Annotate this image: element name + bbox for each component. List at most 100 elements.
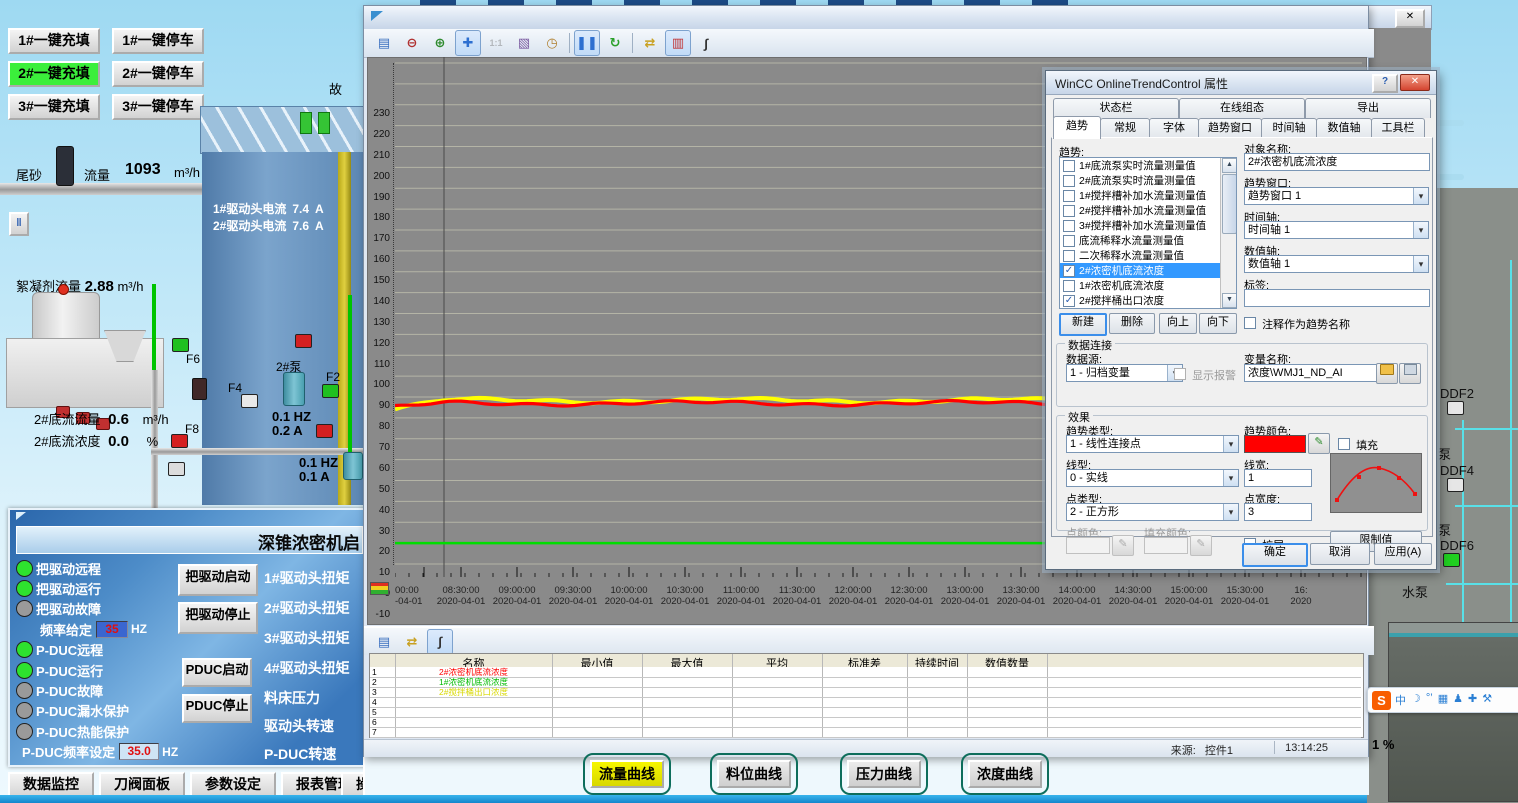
one-to-one-icon[interactable]: 1:1 — [483, 30, 509, 56]
pause-icon[interactable]: ❚❚ — [574, 30, 600, 56]
curve-nav-button[interactable]: 料位曲线 — [717, 760, 791, 788]
valve-F4-icon[interactable] — [241, 394, 258, 408]
comment-as-name-checkbox[interactable] — [1244, 317, 1256, 329]
trend-list-item[interactable]: 2#底流泵实时流量测量值 — [1060, 173, 1220, 188]
zoom-selection-icon[interactable]: ▧ — [511, 30, 537, 56]
tab-数值轴[interactable]: 数值轴 — [1316, 118, 1372, 138]
setpoint-value[interactable]: 35.0 — [119, 743, 159, 760]
tab-常规[interactable]: 常规 — [1100, 118, 1150, 138]
tab-趋势窗口[interactable]: 趋势窗口 — [1198, 118, 1262, 138]
one-key-button[interactable]: 1#一键充填 — [8, 28, 100, 54]
one-key-button[interactable]: 3#一键充填 — [8, 94, 100, 120]
pump2-icon[interactable] — [283, 372, 305, 406]
trend-list-item[interactable]: 3#搅拌槽补加水流量测量值 — [1060, 218, 1220, 233]
panel-command-button[interactable]: PDUC停止 — [182, 694, 252, 723]
footer-button-确定[interactable]: 确定 — [1242, 543, 1308, 567]
ddf4-valve-icon[interactable] — [1447, 478, 1464, 492]
list-button-向下[interactable]: 向下 — [1199, 313, 1237, 334]
one-key-button[interactable]: 1#一键停车 — [112, 28, 204, 54]
point-width-field[interactable]: 3 — [1244, 503, 1312, 521]
trend-item-checkbox[interactable]: ✓ — [1063, 265, 1075, 277]
trend-list-item[interactable]: 1#底流泵实时流量测量值 — [1060, 158, 1220, 173]
line-width-field[interactable]: 1 — [1244, 469, 1312, 487]
valve-F6-icon[interactable] — [172, 338, 189, 352]
trend-list-item[interactable]: 二次稀释水流量测量值 — [1060, 248, 1220, 263]
trend-item-checkbox[interactable] — [1063, 220, 1075, 232]
sogou-logo[interactable]: S — [1372, 691, 1391, 710]
properties-icon[interactable]: ▤ — [371, 629, 397, 655]
value-axis-select[interactable]: 数值轴 1 — [1244, 255, 1429, 273]
underflow-pump-icon[interactable] — [343, 452, 363, 480]
valve-F8-icon[interactable] — [171, 434, 188, 448]
tag-name-field[interactable]: 浓度\WMJ1_ND_AI — [1244, 364, 1378, 382]
statistics-icon[interactable]: ∫ — [693, 30, 719, 56]
sogou-tool-icon[interactable]: ⚒ — [1482, 692, 1492, 708]
show-alarms-checkbox[interactable] — [1174, 368, 1186, 380]
time-range-icon[interactable]: ◷ — [539, 30, 565, 56]
panel-command-button[interactable]: 把驱动启动 — [178, 564, 258, 596]
sogou-tool-icon[interactable]: ☽ — [1411, 692, 1421, 708]
dialog-titlebar[interactable]: WinCC OnlineTrendControl 属性 ? ✕ — [1046, 71, 1436, 95]
trend-list-item[interactable]: ✓2#浓密机底流浓度 — [1060, 263, 1220, 278]
red-valve-icon[interactable] — [295, 334, 312, 348]
move-axes-icon[interactable]: ⇄ — [637, 30, 663, 56]
data-source-select[interactable]: 1 - 归档变量 — [1066, 364, 1183, 382]
tab-时间轴[interactable]: 时间轴 — [1261, 118, 1317, 138]
ddf2-valve-icon[interactable] — [1447, 401, 1464, 415]
sogou-tool-icon[interactable]: ▦ — [1438, 692, 1448, 708]
tab-字体[interactable]: 字体 — [1149, 118, 1199, 138]
tab-在线组态[interactable]: 在线组态 — [1179, 98, 1305, 118]
red-valve2-icon[interactable] — [316, 424, 333, 438]
pipeline-nav-button[interactable]: ‖ — [9, 212, 29, 236]
tab-工具栏[interactable]: 工具栏 — [1371, 118, 1425, 138]
trend-list-item[interactable]: 1#搅拌槽补加水流量测量值 — [1060, 188, 1220, 203]
curve-nav-button[interactable]: 压力曲线 — [847, 760, 921, 788]
setpoint-value[interactable]: 35 — [96, 621, 128, 638]
scroll-down-arrow[interactable]: ▼ — [1222, 293, 1237, 308]
list-button-新建[interactable]: 新建 — [1059, 313, 1107, 336]
trend-list-item[interactable]: 2#搅拌槽补加水流量测量值 — [1060, 203, 1220, 218]
trend-color-pick-button[interactable]: ✎ — [1308, 433, 1330, 454]
one-key-button[interactable]: 3#一键停车 — [112, 94, 204, 120]
trend-type-select[interactable]: 1 - 线性连接点 — [1066, 435, 1239, 453]
sogou-tool-icon[interactable]: °’ — [1426, 692, 1433, 708]
object-name-field[interactable]: 2#浓密机底流浓度 — [1244, 153, 1430, 171]
resume-icon[interactable]: ↻ — [602, 30, 628, 56]
statistics-icon[interactable]: ∫ — [427, 629, 453, 655]
trend-list-scrollbar[interactable]: ▲▼ — [1220, 158, 1236, 308]
curve-nav-button[interactable]: 流量曲线 — [590, 760, 664, 788]
background-window-close-button[interactable]: ✕ — [1395, 9, 1425, 28]
tag-browse-button[interactable] — [1376, 363, 1398, 384]
trend-list-item[interactable]: 1#浓密机底流浓度 — [1060, 278, 1220, 293]
list-button-向上[interactable]: 向上 — [1159, 313, 1197, 334]
trend-item-checkbox[interactable] — [1063, 175, 1075, 187]
panel-command-button[interactable]: 把驱动停止 — [178, 602, 258, 634]
sogou-tool-icon[interactable]: 中 — [1395, 692, 1406, 708]
list-button-删除[interactable]: 删除 — [1109, 313, 1155, 334]
panel-command-button[interactable]: PDUC启动 — [182, 658, 252, 687]
point-type-select[interactable]: 2 - 正方形 — [1066, 503, 1239, 521]
dialog-help-button[interactable]: ? — [1372, 74, 1398, 93]
tag-properties-button[interactable] — [1399, 363, 1421, 384]
dialog-close-button[interactable]: ✕ — [1400, 74, 1430, 91]
properties-icon[interactable]: ▤ — [371, 30, 397, 56]
trend-window-select[interactable]: 趋势窗口 1 — [1244, 187, 1429, 205]
trend-list[interactable]: 1#底流泵实时流量测量值2#底流泵实时流量测量值1#搅拌槽补加水流量测量值2#搅… — [1059, 157, 1237, 309]
curve-nav-button[interactable]: 浓度曲线 — [968, 760, 1042, 788]
fill-checkbox[interactable] — [1338, 438, 1350, 450]
line-style-select[interactable]: 0 - 实线 — [1066, 469, 1239, 487]
zoom-time-axis-icon[interactable]: ⊖ — [399, 30, 425, 56]
one-key-button[interactable]: 2#一键充填 — [8, 61, 100, 87]
label-field[interactable] — [1244, 289, 1430, 307]
trend-item-checkbox[interactable] — [1063, 250, 1075, 262]
ruler-icon[interactable]: ▥ — [665, 30, 691, 56]
trend-item-checkbox[interactable] — [1063, 160, 1075, 172]
trend-list-item[interactable]: 底流稀释水流量测量值 — [1060, 233, 1220, 248]
trend-item-checkbox[interactable] — [1063, 235, 1075, 247]
scroll-thumb[interactable] — [1222, 174, 1237, 234]
tab-趋势[interactable]: 趋势 — [1053, 116, 1101, 139]
time-axis-select[interactable]: 时间轴 1 — [1244, 221, 1429, 239]
trend-item-checkbox[interactable] — [1063, 190, 1075, 202]
footer-button-应用(A)[interactable]: 应用(A) — [1374, 543, 1432, 565]
trend-list-item[interactable]: ✓2#搅拌桶出口浓度 — [1060, 293, 1220, 308]
